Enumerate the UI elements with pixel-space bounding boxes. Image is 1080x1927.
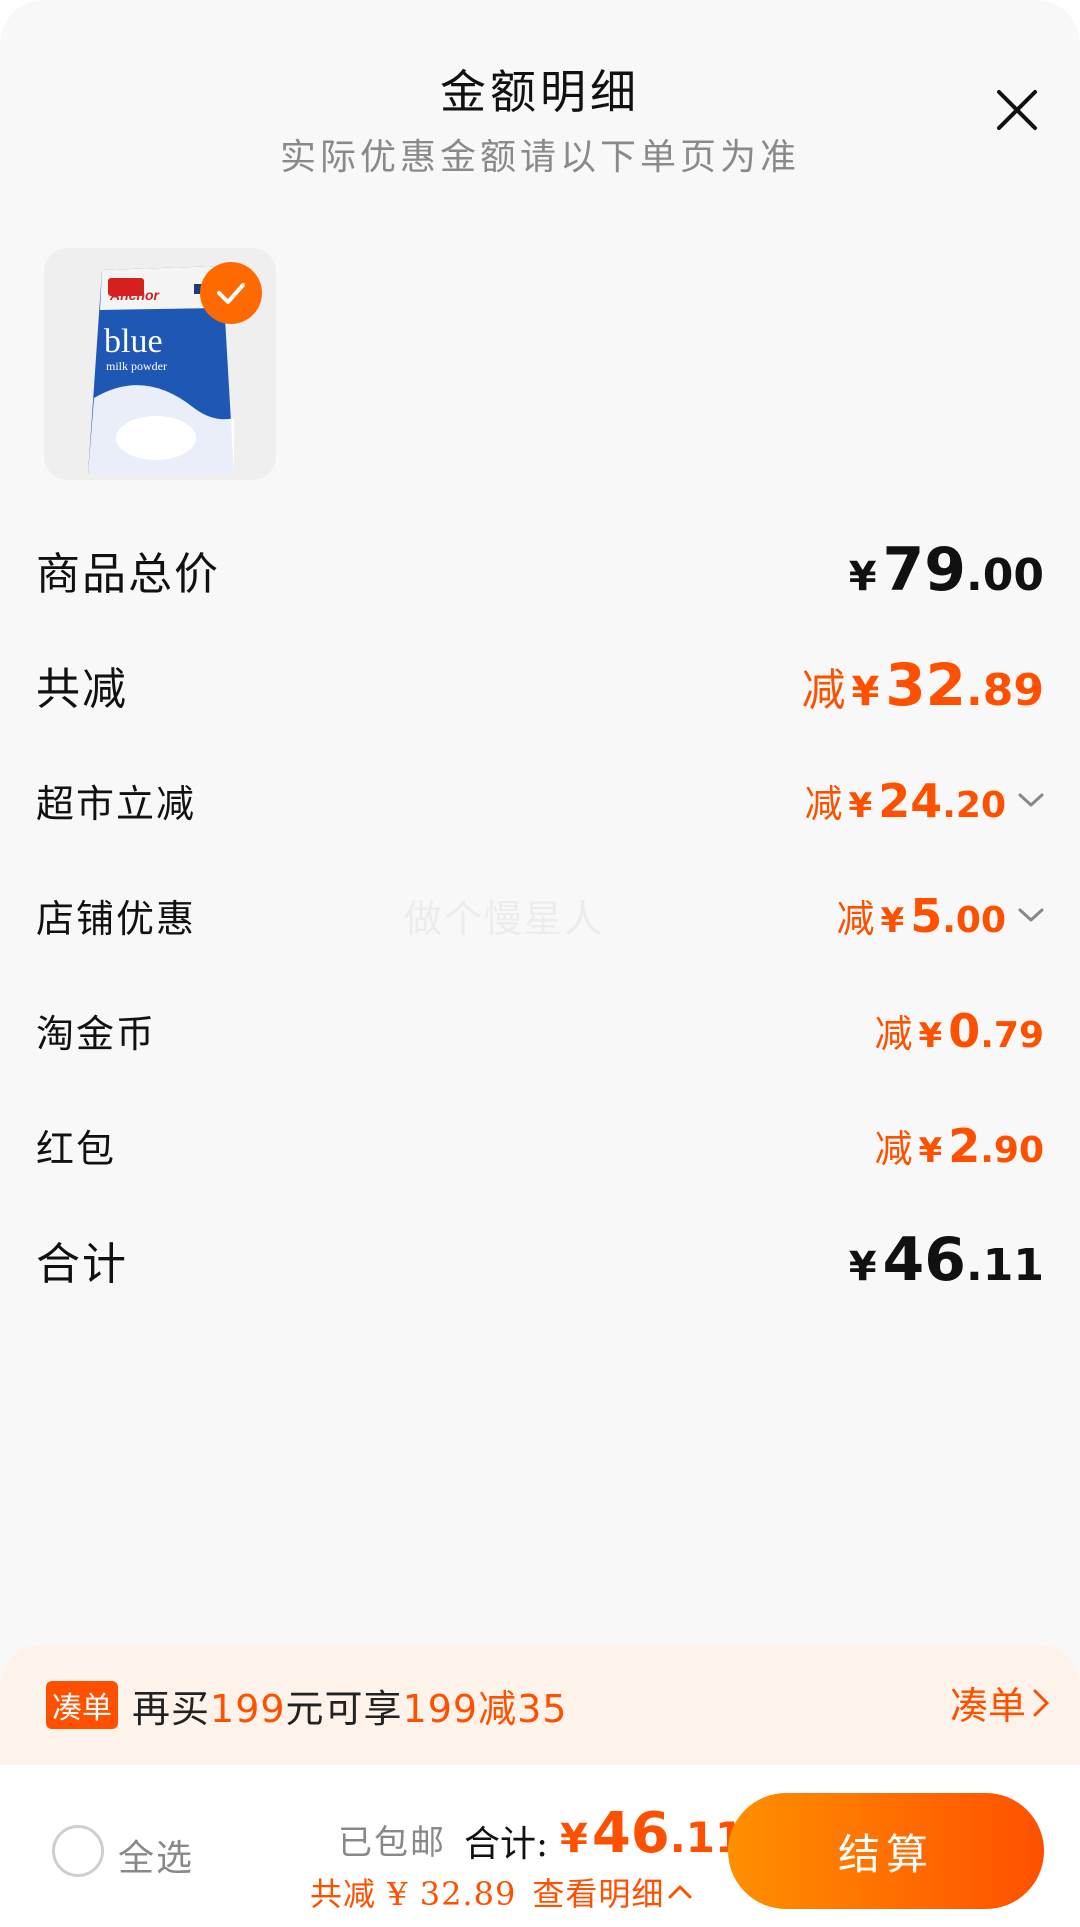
selected-check-badge[interactable] <box>200 262 262 324</box>
row-total-price: 商品总价 ¥ 79 .00 <box>36 530 1044 610</box>
row-total-discount: 共减 减 ¥ 32 .89 <box>36 645 1044 725</box>
sum-amount: ¥ 46 .11 <box>848 1225 1044 1295</box>
shipping-label: 已包邮 <box>338 1823 446 1863</box>
svg-text:Anchor: Anchor <box>109 287 161 303</box>
row-label: 红包 <box>36 1126 117 1171</box>
chevron-right-icon <box>1033 1689 1049 1716</box>
page-title: 金额明细 <box>440 65 640 119</box>
row-label: 淘金币 <box>36 1011 157 1056</box>
svg-text:blue: blue <box>104 323 163 360</box>
view-detail-link[interactable]: 共减 ¥ 32.89 查看明细 <box>310 1869 692 1915</box>
row-label: 共减 <box>36 664 128 715</box>
checkout-button[interactable]: 结算 <box>728 1793 1044 1909</box>
close-icon <box>997 90 1037 130</box>
promo-text: 再买199元可享199减35 <box>132 1686 568 1731</box>
amount-detail-sheet: 金额明细 实际优惠金额请以下单页为准 Anchor blue milk powd… <box>0 0 1080 1927</box>
total-amount: ¥ 46 .11 <box>560 1801 745 1866</box>
watermark: 做个慢星人 <box>404 897 605 941</box>
row-label: 超市立减 <box>36 781 197 826</box>
checkout-bar: 全选 已包邮 合计: ¥ 46 .11 共减 ¥ 32.89 查看明细 结算 <box>0 1765 1080 1927</box>
page-subtitle: 实际优惠金额请以下单页为准 <box>279 137 800 178</box>
chevron-up-icon <box>668 1885 692 1899</box>
select-all-label[interactable]: 全选 <box>118 1829 194 1881</box>
chevron-down-icon[interactable] <box>1018 907 1044 923</box>
total-price-amount: ¥ 79 .00 <box>848 535 1044 605</box>
row-coins: 淘金币 减 ¥ 0 .79 <box>36 990 1044 1070</box>
promo-tag: 凑单 <box>46 1681 118 1729</box>
row-label: 店铺优惠 <box>36 896 197 941</box>
row-label: 商品总价 <box>36 549 220 600</box>
supermarket-discount-amount: 减 ¥ 24 .20 <box>805 773 1044 828</box>
add-on-link[interactable]: 凑单 <box>950 1675 1050 1730</box>
svg-text:milk powder: milk powder <box>106 359 167 373</box>
promo-bar[interactable]: 凑单 再买199元可享199减35 凑单 <box>0 1645 1080 1765</box>
coins-discount-amount: 减 ¥ 0 .79 <box>874 1003 1044 1058</box>
row-sum: 合计 ¥ 46 .11 <box>36 1220 1044 1300</box>
row-supermarket-discount[interactable]: 超市立减 减 ¥ 24 .20 <box>36 760 1044 840</box>
total-discount-amount: 减 ¥ 32 .89 <box>801 651 1044 719</box>
select-all-radio[interactable] <box>52 1825 104 1877</box>
redpacket-discount-amount: 减 ¥ 2 .90 <box>874 1118 1044 1173</box>
close-button[interactable] <box>995 88 1039 132</box>
check-icon <box>217 283 245 304</box>
row-redpacket: 红包 减 ¥ 2 .90 <box>36 1105 1044 1185</box>
saving-text: 共减 ¥ 32.89 <box>310 1875 517 1913</box>
store-discount-amount: 减 ¥ 5 .00 <box>837 888 1044 943</box>
total-label: 合计: <box>464 1824 549 1865</box>
detail-link-label: 查看明细 <box>532 1875 665 1913</box>
row-label: 合计 <box>36 1239 128 1290</box>
chevron-down-icon[interactable] <box>1018 792 1044 808</box>
